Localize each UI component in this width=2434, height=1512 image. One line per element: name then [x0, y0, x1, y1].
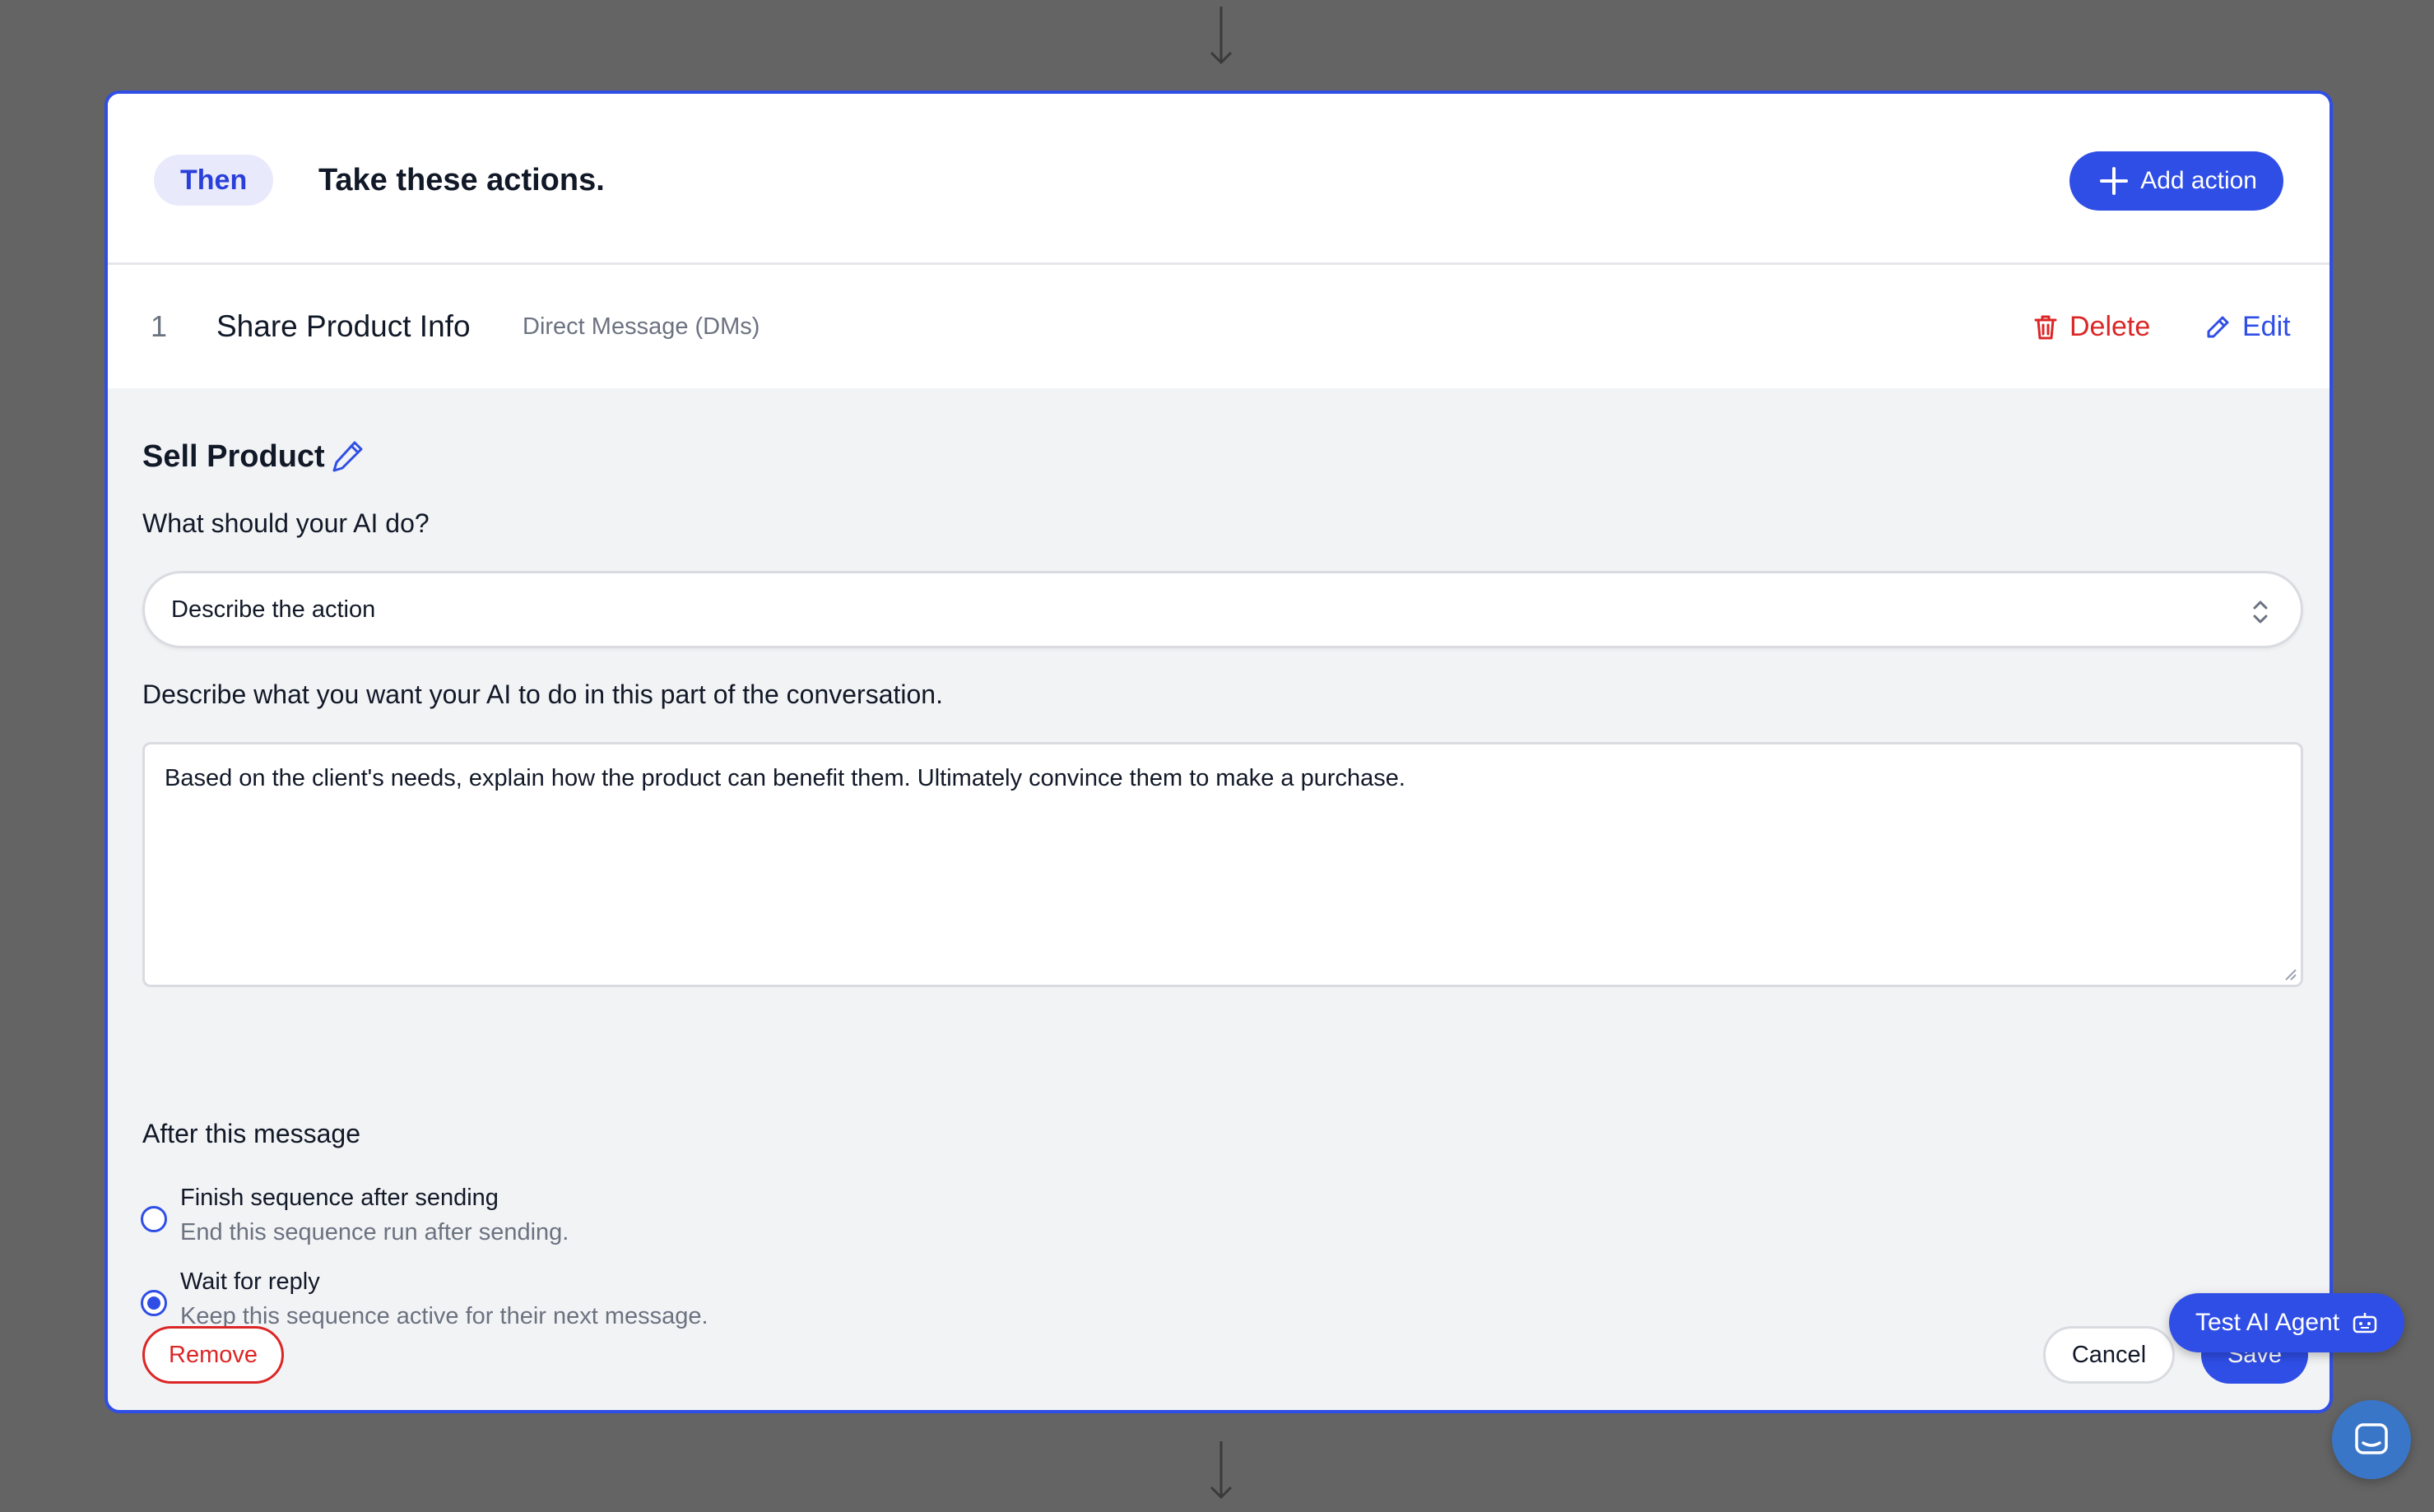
section-title: Sell Product: [142, 439, 325, 474]
chat-launcher-button[interactable]: [2332, 1400, 2411, 1479]
after-message-label: After this message: [142, 1119, 360, 1148]
header-title: Take these actions.: [318, 163, 605, 197]
action-number: 1: [151, 309, 168, 343]
trash-icon: [2034, 315, 2057, 340]
wait-for-reply-radio[interactable]: [141, 1290, 167, 1316]
action-card: Then Take these actions. Add action 1 Sh…: [105, 90, 2333, 1413]
then-badge: Then: [154, 155, 274, 206]
rename-pencil-icon[interactable]: [330, 439, 365, 474]
card-header: Then Take these actions. Add action: [108, 94, 2329, 265]
flow-arrow-down-icon: [1209, 1441, 1233, 1500]
edit-button[interactable]: Edit: [2204, 306, 2291, 347]
chat-icon: [2355, 1423, 2388, 1454]
test-ai-agent-button[interactable]: Test AI Agent: [2169, 1293, 2404, 1352]
action-type-value: Describe the action: [171, 596, 376, 623]
description-value: Based on the client's needs, explain how…: [165, 765, 1405, 791]
delete-button[interactable]: Delete: [2033, 306, 2150, 347]
option-title: Wait for reply: [180, 1269, 320, 1295]
resize-handle-icon[interactable]: [2283, 967, 2297, 981]
describe-label: Describe what you want your AI to do in …: [142, 679, 943, 709]
description-textarea[interactable]: Based on the client's needs, explain how…: [142, 742, 2303, 987]
action-row[interactable]: 1 Share Product Info Direct Message (DMs…: [108, 265, 2329, 388]
option-description: End this sequence run after sending.: [180, 1219, 569, 1245]
option-title: Finish sequence after sending: [180, 1185, 499, 1211]
chevron-updown-icon: [2253, 601, 2268, 624]
test-ai-agent-label: Test AI Agent: [2195, 1309, 2340, 1336]
add-action-button[interactable]: Add action: [2069, 151, 2283, 211]
remove-button[interactable]: Remove: [142, 1326, 284, 1384]
cancel-button[interactable]: Cancel: [2043, 1326, 2175, 1384]
action-channel: Direct Message (DMs): [523, 313, 760, 340]
action-title: Share Product Info: [216, 309, 471, 343]
flow-arrow-down-icon: [1209, 7, 1233, 66]
robot-icon: [2353, 1313, 2377, 1333]
finish-sequence-radio[interactable]: [141, 1206, 167, 1232]
pencil-icon: [2207, 316, 2229, 338]
edit-label: Edit: [2242, 311, 2291, 342]
delete-label: Delete: [2069, 311, 2151, 342]
action-type-select[interactable]: Describe the action: [142, 571, 2303, 648]
add-action-label: Add action: [2140, 167, 2257, 194]
what-label: What should your AI do?: [142, 508, 430, 538]
plus-icon: [2100, 167, 2129, 195]
